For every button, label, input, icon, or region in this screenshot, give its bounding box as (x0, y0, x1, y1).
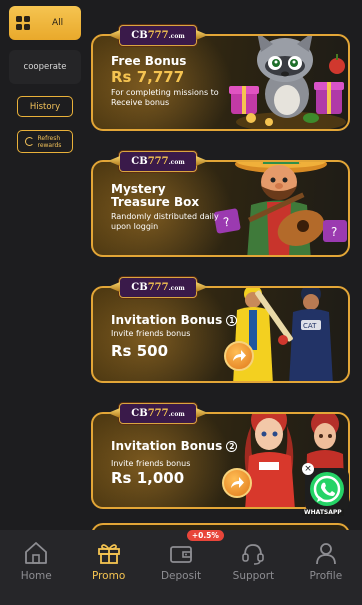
nav-deposit[interactable]: +0.5% Deposit (145, 530, 224, 605)
share-arrow-button[interactable] (222, 468, 252, 498)
card-title: Free Bonus (111, 54, 187, 68)
refresh-rewards-button[interactable]: Refresh rewards (17, 130, 73, 153)
svg-text:CAT: CAT (303, 322, 317, 330)
card-amount: Rs 500 (111, 342, 169, 360)
promo-card-free-bonus[interactable]: CB 777 .com Free Bonus Rs 7,777 For comple… (91, 25, 350, 131)
raccoon-mascot-illustration (229, 36, 346, 129)
share-arrow-button[interactable] (224, 341, 254, 371)
cb777-logo: CB 777 .com (119, 403, 197, 424)
mariachi-guitarist-illustration: ? ? (213, 162, 347, 255)
card-subtitle: Randomly distributed daily upon loggin (111, 212, 219, 231)
nav-promo[interactable]: Promo (72, 530, 144, 605)
nav-home[interactable]: Home (0, 530, 72, 605)
refresh-icon (24, 137, 34, 146)
nav-support[interactable]: Support (217, 530, 289, 605)
home-icon (25, 542, 48, 564)
nav-promo-label: Promo (91, 570, 126, 582)
nav-profile-label: Profile (309, 570, 343, 582)
nav-home-label: Home (20, 570, 52, 582)
category-all-label: All (52, 18, 64, 28)
card-subtitle: For completing missions to Receive bonus (111, 88, 219, 107)
refresh-rewards-label: Refresh rewards (37, 134, 62, 149)
history-button[interactable]: History (17, 96, 73, 117)
grid-icon (16, 16, 30, 30)
promo-card-mystery-box[interactable]: ? ? CB 777 .com Mystery Treasure Box Rando… (91, 151, 350, 257)
share-arrow-icon (233, 350, 246, 361)
whatsapp-close-button[interactable]: × (302, 463, 314, 475)
promo-card-invitation-bonus-1[interactable]: CAT CB 777 .com Invitation Bonus 1 Invite … (91, 277, 350, 383)
card-amount: Rs 7,777 (111, 68, 185, 86)
card-amount: Rs 1,000 (111, 469, 185, 487)
nav-support-label: Support (232, 570, 275, 582)
share-arrow-icon (231, 477, 244, 488)
card-subtitle: Invite friends bonus (111, 329, 191, 338)
card-title: Invitation Bonus 2 (111, 440, 238, 453)
cb777-logo: CB 777 .com (119, 25, 197, 46)
gift-icon (97, 544, 120, 564)
card-title: Invitation Bonus 1 (111, 314, 238, 327)
card-subtitle: Invite friends bonus (111, 459, 191, 468)
whatsapp-label: WHATSAPP (302, 509, 344, 516)
headset-icon (242, 544, 265, 565)
user-icon (315, 543, 336, 565)
nav-deposit-label: Deposit (160, 570, 202, 582)
category-all-button[interactable]: All (9, 6, 81, 40)
svg-text:?: ? (331, 225, 337, 239)
cb777-logo: CB 777 .com (119, 151, 197, 172)
card-title: Mystery Treasure Box (111, 182, 200, 209)
nav-profile[interactable]: Profile (290, 530, 362, 605)
wallet-icon (170, 546, 192, 563)
cb777-logo: CB 777 .com (119, 277, 197, 298)
category-sidebar: All cooperate History Refresh rewards (0, 0, 86, 530)
category-cooperate-button[interactable]: cooperate (9, 50, 81, 84)
bottom-nav: Home Promo +0.5% Deposit Support Profile (0, 530, 362, 605)
